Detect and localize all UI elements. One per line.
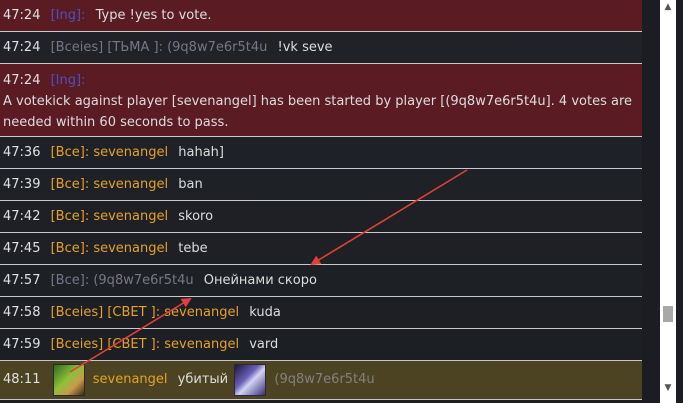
message-text: vard (249, 337, 279, 352)
victim-name[interactable]: (9q8w7e6r5t4u (274, 372, 374, 387)
timestamp: 47:42 (3, 209, 41, 224)
channel-tag: [Ing]: (50, 73, 86, 88)
chat-message: 47:57 [Bce]: (9q8w7e6r5t4u Онейнами скор… (0, 265, 642, 297)
timestamp: 47:45 (3, 241, 41, 256)
message-text: skoro (178, 209, 214, 224)
channel-tag: [Bce]: (50, 209, 90, 224)
channel-tag: [Bce]: (50, 177, 90, 192)
chat-message: 47:24 [Bceies] [TЬMA ]: (9q8w7e6r5t4u !v… (0, 32, 642, 64)
timestamp: 47:39 (3, 177, 41, 192)
window-edge (676, 0, 683, 403)
chat-message: 47:24 [Ing]: Type !yes to vote. (0, 0, 642, 32)
scroll-down-arrow-icon[interactable]: ▼ (660, 381, 676, 395)
player-name[interactable]: sevenangel (93, 241, 168, 256)
player-name[interactable]: sevenangel (93, 209, 168, 224)
timestamp: 47:24 (3, 73, 41, 88)
chat-message: 47:39 [Bce]: sevenangel ban (0, 169, 642, 201)
timestamp: 47:59 (3, 337, 41, 352)
chat-window: 47:24 [Ing]: Type !yes to vote. 47:24 [B… (0, 0, 683, 403)
channel-tag: [Bce]: (50, 273, 90, 288)
chat-message: 47:42 [Bce]: sevenangel skoro (0, 201, 642, 233)
channel-tag: [Bceies] [TЬMA ]: (9q8w7e6r5t4u (50, 40, 268, 55)
message-text: hahah] (178, 145, 224, 160)
channel-tag: [Bce]: (50, 241, 90, 256)
message-text-line-2: needed within 60 seconds to pass. (3, 115, 229, 130)
message-text: tebe (178, 241, 208, 256)
player-name[interactable]: sevenangel (93, 145, 168, 160)
kill-feed-entry: 48:11 sevenangel убитый (9q8w7e6r5t4u (0, 361, 642, 400)
killer-name[interactable]: sevenangel (93, 372, 168, 387)
player-name[interactable]: (9q8w7e6r5t4u (93, 273, 193, 288)
channel-tag: [Bce]: (50, 145, 90, 160)
scroll-thumb[interactable] (663, 306, 673, 322)
chat-message: 47:59 [Bceies] [CBET ]: sevenangel vard (0, 329, 642, 361)
message-text: Type !yes to vote. (95, 8, 212, 23)
chat-log: 47:24 [Ing]: Type !yes to vote. 47:24 [B… (0, 0, 642, 403)
kill-verb: убитый (177, 372, 229, 387)
channel-tag: [Ing]: (50, 8, 86, 23)
message-text: Онейнами скоро (203, 273, 317, 288)
chat-message: 47:45 [Bce]: sevenangel tebe (0, 233, 642, 265)
scroll-up-arrow-icon[interactable]: ▲ (660, 0, 676, 14)
timestamp: 48:11 (3, 372, 41, 387)
timestamp: 47:24 (3, 8, 41, 23)
player-name[interactable]: sevenangel (164, 305, 239, 320)
channel-tag: [Bceies] [CBET ]: (50, 337, 161, 352)
player-name[interactable]: sevenangel (93, 177, 168, 192)
timestamp: 47:36 (3, 145, 41, 160)
player-name[interactable]: sevenangel (164, 337, 239, 352)
channel-tag: [Bceies] [CBET ]: (50, 305, 161, 320)
chat-message-votekick: 47:24 [Ing]: A votekick against player [… (0, 64, 642, 137)
message-text: kuda (249, 305, 281, 320)
scrollbar[interactable]: ▲ ▼ (660, 0, 676, 403)
chat-message: 47:58 [Bceies] [CBET ]: sevenangel kuda (0, 297, 642, 329)
timestamp: 47:24 (3, 40, 41, 55)
timestamp: 47:57 (3, 273, 41, 288)
message-text-line-1: A votekick against player [sevenangel] h… (3, 94, 633, 109)
victim-hero-portrait-icon (234, 363, 267, 396)
timestamp: 47:58 (3, 305, 41, 320)
message-text: !vk seve (277, 40, 333, 55)
killer-hero-portrait-icon (52, 363, 85, 396)
chat-message: 47:36 [Bce]: sevenangel hahah] (0, 137, 642, 169)
message-text: ban (178, 177, 203, 192)
